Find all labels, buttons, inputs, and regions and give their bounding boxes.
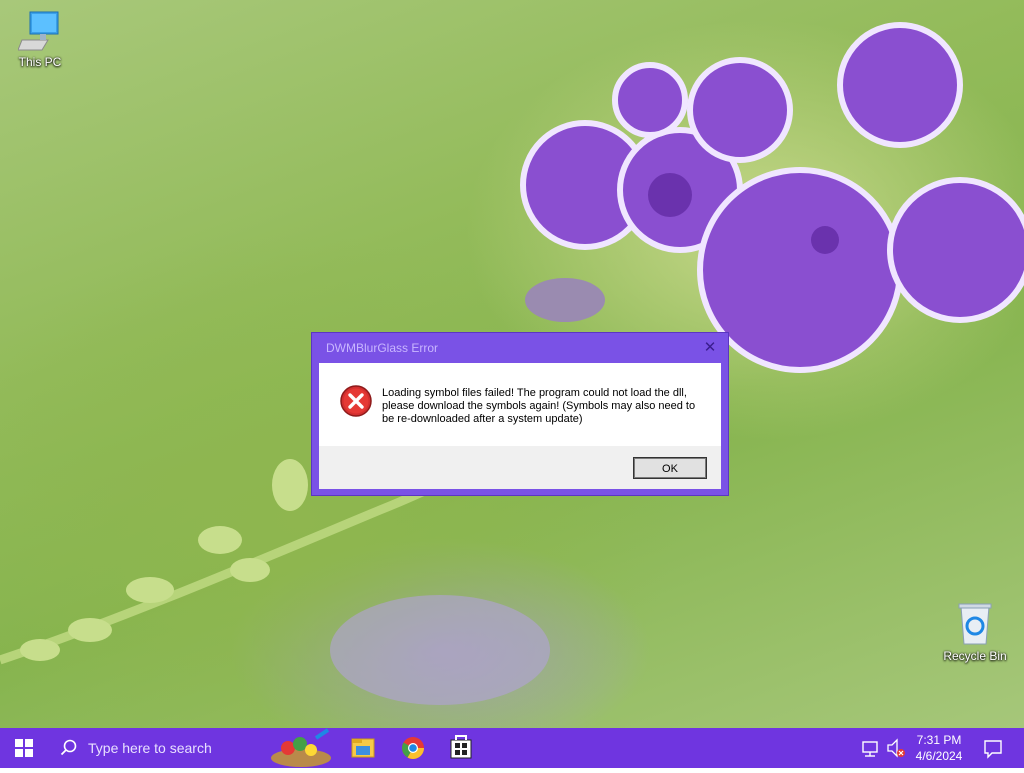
search-placeholder: Type here to search	[88, 740, 212, 756]
clock-date: 4/6/2024	[915, 749, 963, 763]
file-explorer-icon	[351, 738, 375, 758]
dialog-footer: OK	[319, 446, 721, 489]
computer-icon	[18, 11, 59, 51]
volume-tray-button[interactable]	[885, 728, 907, 768]
desktop-icon-label: Recycle Bin	[943, 649, 1007, 663]
error-message: Loading symbol files failed! The program…	[382, 387, 696, 425]
desktop-icon-this-pc[interactable]: This PC	[2, 10, 78, 69]
dialog-body: Loading symbol files failed! The program…	[319, 363, 721, 446]
chrome-icon	[402, 737, 424, 759]
taskbar-clock[interactable]: 7:31 PM 4/6/2024	[908, 728, 970, 768]
notification-icon	[984, 740, 1002, 759]
dialog-titlebar[interactable]: DWMBlurGlass Error ✕	[312, 333, 728, 363]
clock-time: 7:31 PM	[916, 733, 962, 747]
network-icon	[862, 741, 878, 757]
taskbar-app-store[interactable]	[442, 728, 480, 768]
error-dialog: DWMBlurGlass Error ✕ Loading symbol file…	[311, 332, 729, 496]
notification-center-button[interactable]	[978, 728, 1008, 768]
volume-muted-icon	[887, 738, 905, 758]
desktop-icon-recycle-bin[interactable]: Recycle Bin	[937, 602, 1013, 663]
taskbar: Type here to search 7:31 PM 4/6/2024	[0, 728, 1024, 768]
network-tray-button[interactable]	[860, 728, 882, 768]
taskbar-app-chrome[interactable]	[394, 728, 432, 768]
windows-logo-icon	[15, 739, 33, 757]
taskbar-app-file-explorer[interactable]	[344, 728, 382, 768]
desktop-icon-label: This PC	[18, 55, 62, 69]
paint-app-icon	[271, 728, 331, 767]
close-icon[interactable]: ✕	[702, 333, 718, 363]
search-icon	[60, 739, 77, 756]
store-icon	[450, 735, 472, 759]
recycle-bin-icon	[958, 603, 992, 645]
taskbar-search-box[interactable]: Type here to search	[48, 728, 258, 768]
start-button[interactable]	[0, 728, 48, 768]
taskbar-app-paint[interactable]	[266, 728, 336, 768]
error-icon	[340, 385, 372, 417]
dialog-title: DWMBlurGlass Error	[326, 341, 439, 355]
ok-button[interactable]: OK	[633, 457, 707, 479]
